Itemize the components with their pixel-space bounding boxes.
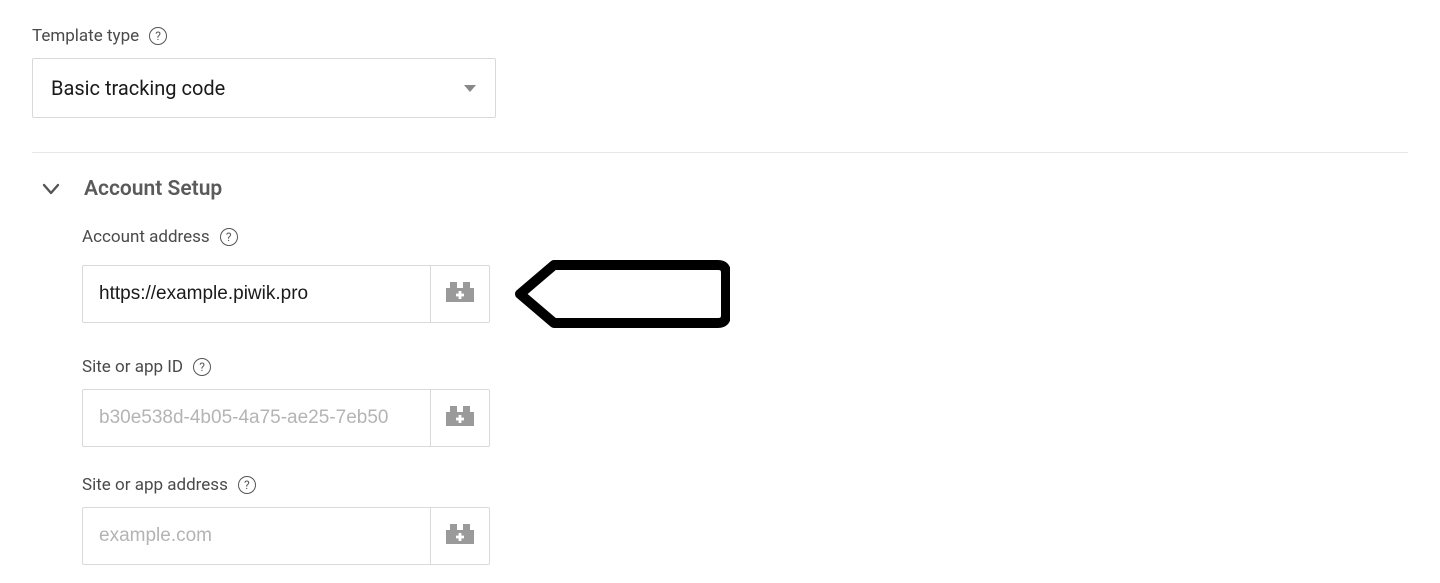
account-address-label: Account address [82, 227, 210, 247]
site-id-input[interactable] [82, 389, 430, 447]
help-icon[interactable]: ? [238, 476, 256, 494]
site-id-label: Site or app ID [82, 357, 183, 377]
chevron-down-icon [42, 180, 60, 199]
site-address-label: Site or app address [82, 475, 228, 495]
help-icon[interactable]: ? [220, 228, 238, 246]
brick-plus-icon [446, 524, 474, 548]
divider [32, 152, 1408, 153]
callout-arrow-icon [512, 259, 730, 329]
template-type-value: Basic tracking code [51, 76, 225, 100]
brick-plus-icon [446, 406, 474, 430]
insert-variable-button[interactable] [430, 265, 490, 323]
template-type-select[interactable]: Basic tracking code [32, 58, 496, 118]
help-icon[interactable]: ? [193, 358, 211, 376]
help-icon[interactable]: ? [149, 27, 167, 45]
template-type-label: Template type [32, 26, 139, 46]
chevron-down-icon [463, 79, 477, 98]
brick-plus-icon [446, 282, 474, 306]
account-address-input[interactable] [82, 265, 430, 323]
section-title: Account Setup [84, 177, 222, 201]
insert-variable-button[interactable] [430, 507, 490, 565]
site-address-input[interactable] [82, 507, 430, 565]
section-toggle-account-setup[interactable]: Account Setup [32, 177, 1408, 201]
insert-variable-button[interactable] [430, 389, 490, 447]
